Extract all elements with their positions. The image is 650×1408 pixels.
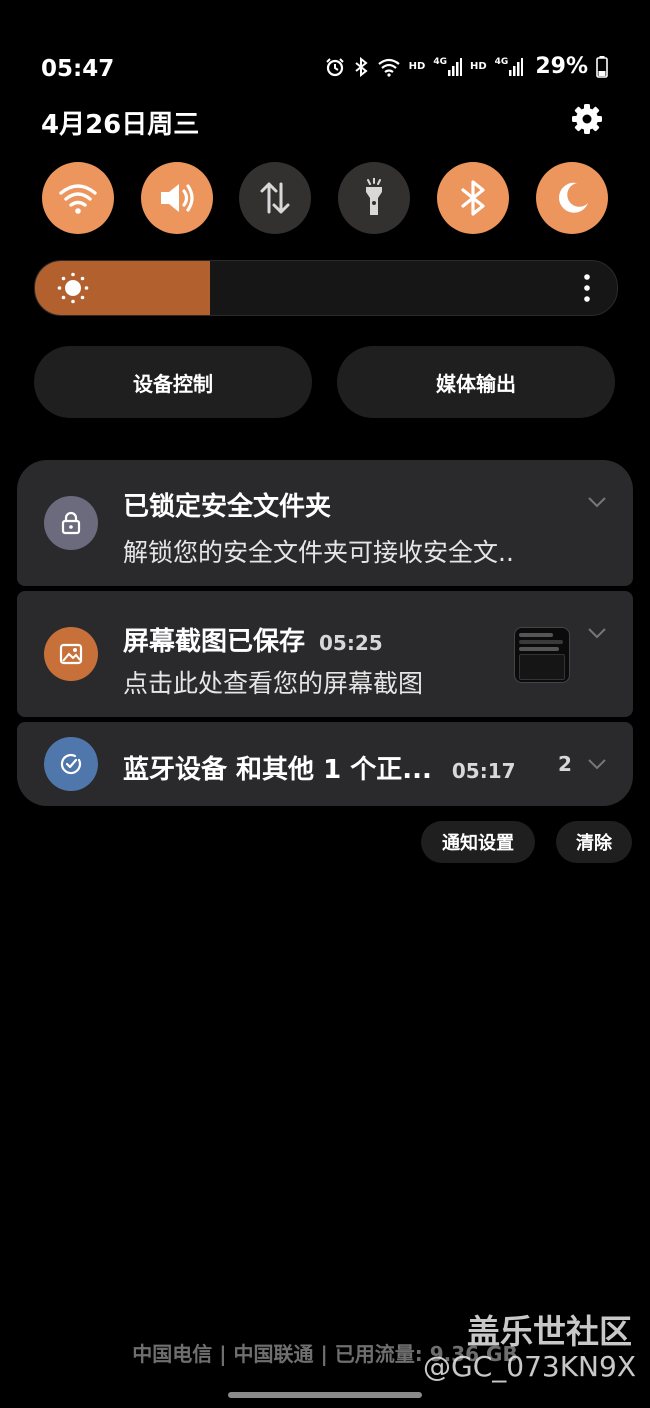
screenshot-thumbnail[interactable] [514,627,570,683]
notification-secure-folder[interactable]: 已锁定安全文件夹 解锁您的安全文件夹可接收安全文.. [17,460,633,586]
chevron-down-icon[interactable] [587,758,607,770]
night-mode-toggle[interactable] [536,162,608,234]
home-indicator[interactable] [228,1392,422,1398]
notification-text: 点击此处查看您的屏幕截图 [123,669,424,698]
data-transfer-icon [260,182,290,214]
quick-toggles [42,162,608,234]
notification-text: 解锁您的安全文件夹可接收安全文.. [123,538,514,567]
chevron-down-icon[interactable] [587,627,607,639]
gear-icon [572,104,602,134]
lock-icon [61,511,81,535]
notification-title: 蓝牙设备 和其他 1 个正... [123,755,432,785]
notification-app-icon [44,627,98,681]
chevron-down-icon[interactable] [587,496,607,508]
check-circle-icon [60,753,82,775]
notification-title: 已锁定安全文件夹 [123,492,332,522]
hd-label: HD [408,60,426,72]
wifi-toggle[interactable] [42,162,114,234]
status-bar: 05:47 HD 4G HD 4G 29% [0,50,650,90]
notification-screenshot[interactable]: 屏幕截图已保存 05:25 点击此处查看您的屏幕截图 [17,591,633,717]
flashlight-toggle[interactable] [338,162,410,234]
signal-icon: 4G [495,57,524,76]
notification-count: 2 [558,752,572,776]
brightness-slider[interactable] [34,260,618,316]
notification-app-icon [44,496,98,550]
status-time: 05:47 [41,56,115,82]
notification-app-icon [44,737,98,791]
notification-title-row: 蓝牙设备 和其他 1 个正... 05:17 [123,749,516,786]
more-options-icon[interactable] [583,274,591,302]
image-icon [59,643,83,665]
sun-icon [57,272,89,304]
bluetooth-icon [355,56,368,77]
notification-title: 屏幕截图已保存 [123,627,306,657]
notification-bluetooth[interactable]: 蓝牙设备 和其他 1 个正... 05:17 2 [17,722,633,806]
watermark-handle: @GC_073KN9X [423,1350,636,1383]
bluetooth-icon [461,180,485,216]
notification-time: 05:25 [319,631,383,655]
watermark-title: 盖乐世社区 [467,1312,632,1351]
notification-title-row: 屏幕截图已保存 05:25 [123,621,383,658]
bluetooth-toggle[interactable] [437,162,509,234]
battery-icon [596,55,608,78]
wifi-icon [59,184,97,214]
settings-button[interactable] [570,102,604,136]
volume-icon [161,184,194,212]
mobile-data-toggle[interactable] [239,162,311,234]
media-output-button[interactable]: 媒体输出 [337,346,615,418]
signal-icon: 4G [433,57,462,76]
clear-button[interactable]: 清除 [556,821,632,863]
date-label: 4月26日周三 [41,110,200,140]
notification-panel: 05:47 HD 4G HD 4G 29% 4月26日周三 设备控制 媒体输出 … [0,0,650,1408]
status-icons: HD 4G HD 4G 29% [325,54,608,79]
wifi-icon [377,58,400,77]
notification-time: 05:17 [451,759,516,783]
alarm-icon [325,57,344,76]
notification-settings-button[interactable]: 通知设置 [421,821,535,863]
flashlight-icon [366,178,382,215]
hd-label: HD [470,60,487,72]
sound-toggle[interactable] [141,162,213,234]
battery-percentage: 29% [535,54,588,79]
device-control-button[interactable]: 设备控制 [34,346,312,418]
moon-icon [558,182,588,213]
